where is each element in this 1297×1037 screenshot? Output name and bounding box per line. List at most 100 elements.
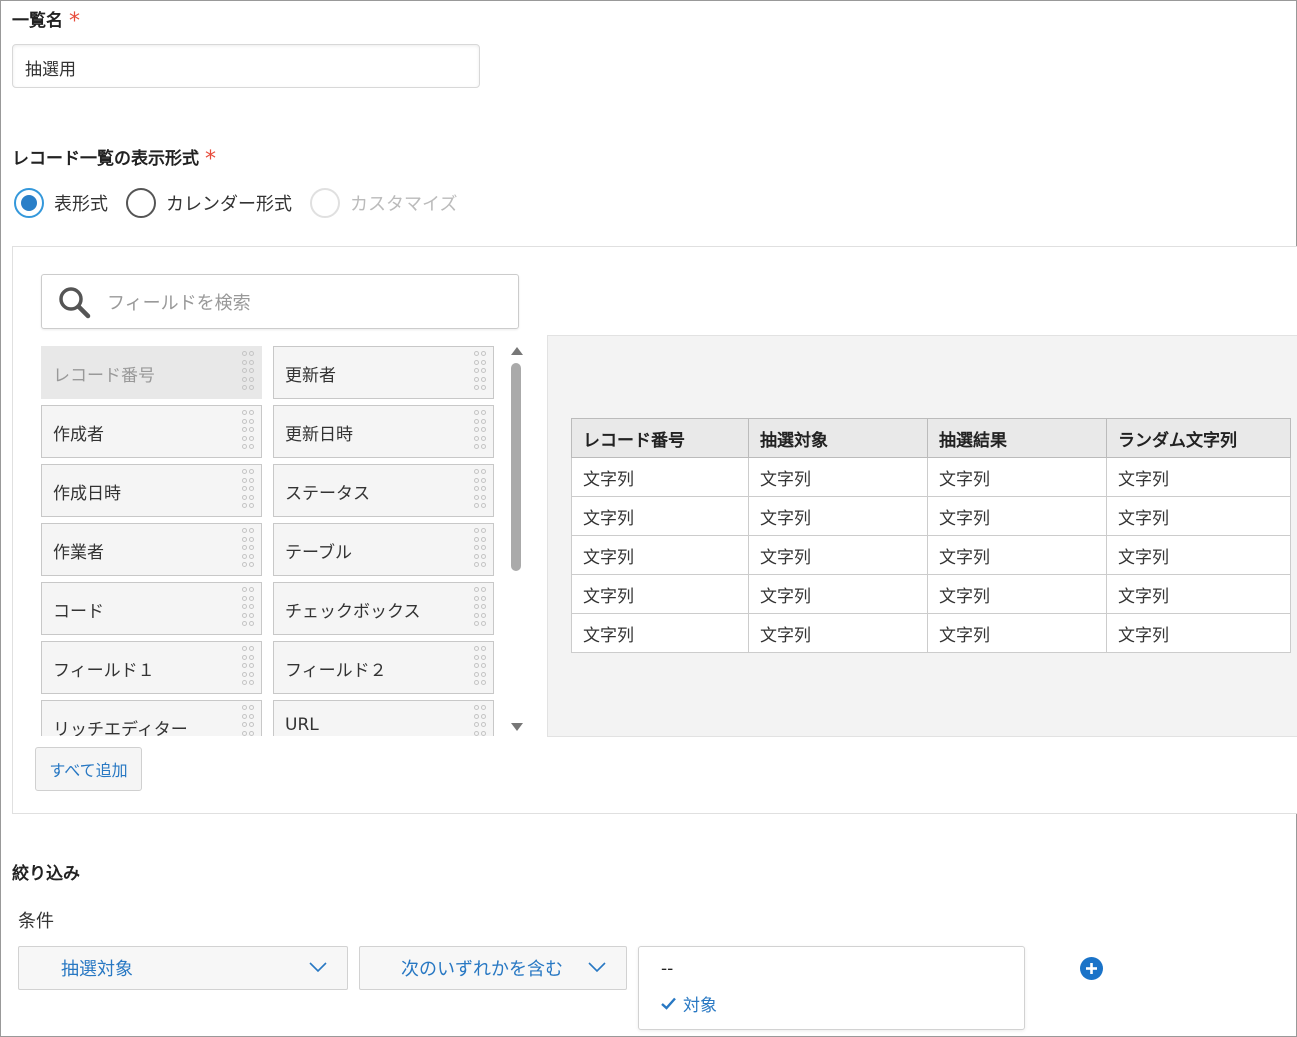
field-item[interactable]: 更新者 (273, 346, 494, 399)
drag-handle-icon[interactable] (242, 587, 256, 631)
field-item[interactable]: テーブル (273, 523, 494, 576)
list-preview-area: レコード番号 抽選対象 抽選結果 ランダム文字列 文字列 文字列 文字列 文字列 文字列… (547, 335, 1297, 737)
drag-handle-icon[interactable] (242, 469, 256, 513)
table-cell: 文字列 (571, 457, 749, 497)
required-mark: * (205, 147, 216, 172)
field-item-label: フィールド１ (53, 661, 155, 681)
table-row: 文字列 文字列 文字列 文字列 (571, 574, 1291, 614)
radio-checked-icon (14, 188, 44, 218)
field-item[interactable]: リッチエディター (41, 700, 262, 736)
scroll-thumb[interactable] (511, 363, 521, 571)
chevron-down-icon (588, 962, 606, 973)
table-header-row: レコード番号 抽選対象 抽選結果 ランダム文字列 (571, 418, 1291, 458)
drag-handle-icon[interactable] (474, 705, 488, 736)
condition-label: 条件 (18, 911, 54, 932)
field-item-label: フィールド２ (285, 661, 387, 681)
field-item[interactable]: 作業者 (41, 523, 262, 576)
search-placeholder: フィールドを検索 (107, 292, 251, 314)
display-format-radio-group: 表形式 カレンダー形式 カスタマイズ (14, 186, 475, 220)
table-cell: 文字列 (1106, 496, 1291, 536)
field-list-scrollbar[interactable] (509, 345, 523, 737)
field-item-label: 更新日時 (285, 425, 353, 445)
drag-handle-icon[interactable] (242, 351, 256, 395)
drag-handle-icon[interactable] (242, 410, 256, 454)
column-header[interactable]: 抽選対象 (748, 418, 928, 458)
table-cell: 文字列 (927, 613, 1107, 653)
column-header[interactable]: ランダム文字列 (1106, 418, 1291, 458)
add-condition-button[interactable] (1080, 957, 1103, 980)
field-item-label: ステータス (285, 484, 370, 504)
drag-handle-icon[interactable] (242, 705, 256, 736)
table-cell: 文字列 (1106, 535, 1291, 575)
option-empty[interactable]: -- (661, 959, 673, 979)
drag-handle-icon[interactable] (474, 410, 488, 454)
table-cell: 文字列 (1106, 457, 1291, 497)
field-list: レコード番号 更新者作成者 更新日時作成日時 ステータス作業者 テーブルコード チェックボ… (41, 346, 499, 736)
drag-handle-icon[interactable] (474, 528, 488, 572)
radio-disabled-icon (310, 188, 340, 218)
add-all-button[interactable]: すべて追加 (35, 747, 142, 791)
drag-handle-icon[interactable] (242, 528, 256, 572)
list-name-label: 一覧名 * (12, 9, 80, 34)
filter-operator-select[interactable]: 次のいずれかを含む (359, 946, 627, 990)
scroll-down-icon[interactable] (511, 723, 523, 731)
field-item[interactable]: コード (41, 582, 262, 635)
drag-handle-icon[interactable] (474, 646, 488, 690)
table-cell: 文字列 (748, 535, 928, 575)
field-item-label: コード (53, 602, 104, 622)
field-settings-panel: フィールドを検索 レコード番号 更新者作成者 更新日時作成日時 ステータス作業者 テーブ… (12, 246, 1297, 814)
search-icon (59, 286, 91, 318)
column-header[interactable]: 抽選結果 (927, 418, 1107, 458)
filter-field-value: 抽選対象 (61, 959, 133, 980)
field-item-label: レコード番号 (53, 366, 155, 386)
table-cell: 文字列 (748, 574, 928, 614)
drag-handle-icon[interactable] (474, 351, 488, 395)
field-item[interactable]: 更新日時 (273, 405, 494, 458)
field-item[interactable]: フィールド２ (273, 641, 494, 694)
radio-customize-format: カスタマイズ (310, 188, 457, 218)
table-cell: 文字列 (1106, 613, 1291, 653)
field-item[interactable]: チェックボックス (273, 582, 494, 635)
radio-table-format[interactable]: 表形式 (14, 188, 108, 218)
field-item[interactable]: フィールド１ (41, 641, 262, 694)
filter-operator-value: 次のいずれかを含む (401, 959, 563, 980)
filter-value-multiselect[interactable]: -- 対象 (638, 946, 1025, 1030)
field-search-input[interactable]: フィールドを検索 (41, 274, 519, 329)
field-item[interactable]: 作成日時 (41, 464, 262, 517)
option-target[interactable]: 対象 (661, 991, 717, 1016)
drag-handle-icon[interactable] (474, 469, 488, 513)
field-item-label: 作成日時 (53, 484, 121, 504)
table-cell: 文字列 (571, 574, 749, 614)
table-cell: 文字列 (927, 457, 1107, 497)
field-item-label: テーブル (285, 543, 352, 563)
table-cell: 文字列 (748, 457, 928, 497)
field-item[interactable]: ステータス (273, 464, 494, 517)
scroll-up-icon[interactable] (511, 347, 523, 355)
table-cell: 文字列 (927, 574, 1107, 614)
table-cell: 文字列 (927, 535, 1107, 575)
radio-calendar-format[interactable]: カレンダー形式 (126, 188, 292, 218)
table-cell: 文字列 (571, 535, 749, 575)
list-name-input[interactable]: 抽選用 (12, 44, 480, 88)
field-item-label: 作成者 (53, 425, 104, 445)
column-header[interactable]: レコード番号 (571, 418, 749, 458)
table-row: 文字列 文字列 文字列 文字列 (571, 613, 1291, 653)
field-item[interactable]: URL (273, 700, 494, 736)
display-format-label: レコード一覧の表示形式 * (12, 147, 216, 172)
table-cell: 文字列 (748, 613, 928, 653)
radio-unchecked-icon (126, 188, 156, 218)
table-row: 文字列 文字列 文字列 文字列 (571, 535, 1291, 575)
field-item-label: 作業者 (53, 543, 104, 563)
filter-field-select[interactable]: 抽選対象 (18, 946, 348, 990)
table-row: 文字列 文字列 文字列 文字列 (571, 457, 1291, 497)
drag-handle-icon[interactable] (474, 587, 488, 631)
drag-handle-icon[interactable] (242, 646, 256, 690)
field-item-label: リッチエディター (53, 720, 188, 736)
table-cell: 文字列 (571, 496, 749, 536)
plus-icon (1086, 963, 1097, 974)
preview-table: レコード番号 抽選対象 抽選結果 ランダム文字列 文字列 文字列 文字列 文字列 文字列… (571, 418, 1291, 653)
table-cell: 文字列 (748, 496, 928, 536)
table-row: 文字列 文字列 文字列 文字列 (571, 496, 1291, 536)
chevron-down-icon (309, 962, 327, 973)
field-item[interactable]: 作成者 (41, 405, 262, 458)
